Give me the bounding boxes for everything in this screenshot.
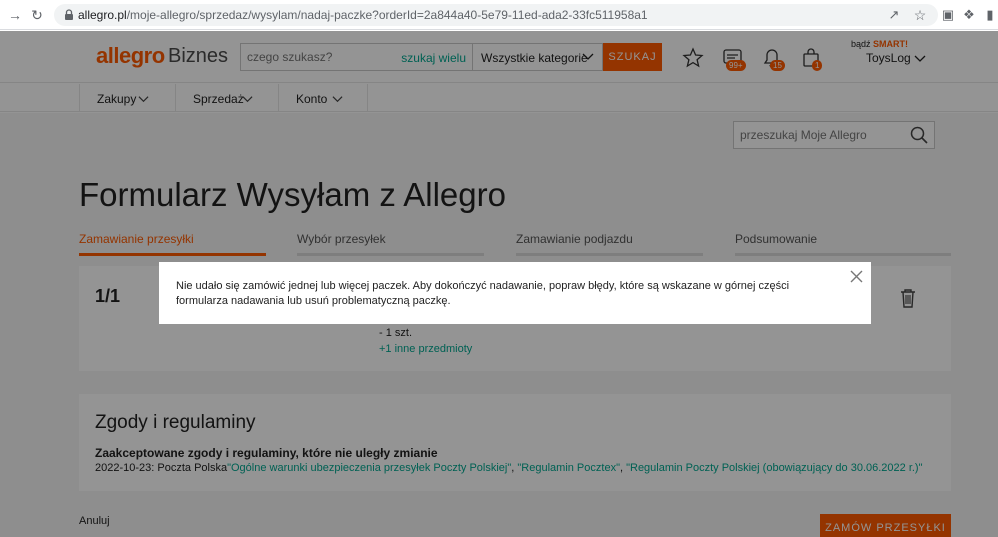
back-arrow-icon[interactable]: → <box>6 6 24 24</box>
url-text: allegro.pl/moje-allegro/sprzedaz/wysylam… <box>78 8 648 22</box>
error-message: Nie udało się zamówić jednej lub więcej … <box>176 280 790 307</box>
reload-icon[interactable]: ↻ <box>28 6 46 24</box>
address-bar[interactable]: allegro.pl/moje-allegro/sprzedaz/wysylam… <box>54 4 938 26</box>
error-dialog: Nie udało się zamówić jednej lub więcej … <box>159 262 871 324</box>
share-icon[interactable]: ↗ <box>886 7 902 23</box>
browser-chrome: → ↻ allegro.pl/moje-allegro/sprzedaz/wys… <box>0 0 998 30</box>
extensions-puzzle-icon[interactable]: ❖ <box>961 7 977 23</box>
sidebar-icon[interactable]: ▮ <box>982 7 998 23</box>
lock-icon <box>65 9 73 20</box>
close-icon[interactable] <box>850 270 863 283</box>
bookmark-star-icon[interactable]: ☆ <box>912 7 928 23</box>
reading-mode-icon[interactable]: ▣ <box>940 7 956 23</box>
